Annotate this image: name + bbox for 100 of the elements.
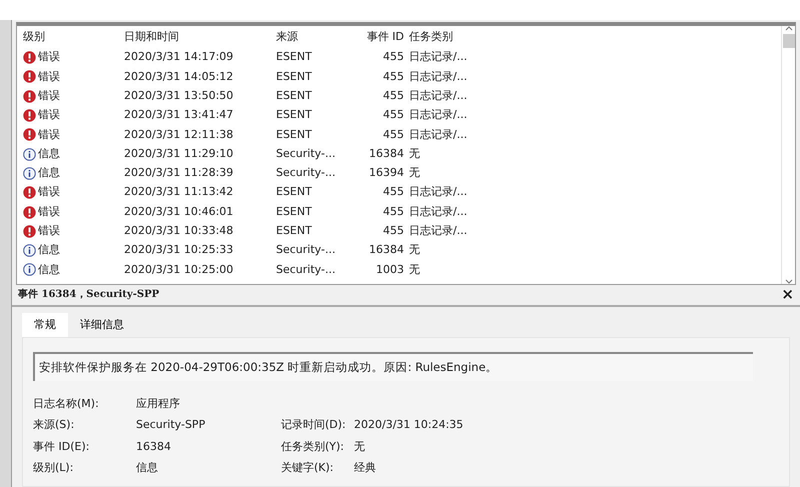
close-button[interactable]: × [781, 283, 794, 306]
error-icon [23, 186, 36, 200]
field-label: 来源(S): [33, 417, 76, 434]
field-label: 关键字(K): [281, 460, 335, 476]
date-cell: 2020/3/31 11:13:42 [124, 185, 234, 198]
info-icon [23, 148, 36, 161]
source-cell: Security-... [276, 146, 336, 160]
task-cell: 日志记录/... [409, 88, 468, 102]
source-cell: Security-... [276, 166, 336, 180]
field-value: 应用程序 [136, 396, 181, 412]
level-text: 信息 [38, 262, 60, 278]
task-cell: 无 [409, 146, 420, 160]
error-icon [23, 128, 36, 142]
source-cell: ESENT [276, 50, 312, 64]
level-text: 信息 [38, 165, 60, 182]
level-text: 信息 [38, 146, 60, 162]
source-cell: ESENT [276, 108, 312, 122]
level-text: 错误 [38, 88, 60, 104]
field-label: 事件 ID(E): [33, 438, 90, 455]
date-cell: 2020/3/31 12:11:38 [124, 128, 234, 141]
source-cell: ESENT [276, 70, 312, 83]
field-value: 经典 [354, 460, 376, 476]
date-cell: 2020/3/31 10:25:00 [124, 262, 234, 276]
level-text: 错误 [38, 204, 60, 220]
info-icon [23, 263, 36, 276]
level-text: 信息 [38, 242, 60, 258]
date-cell: 2020/3/31 11:29:10 [124, 146, 234, 160]
error-icon [23, 90, 36, 103]
task-cell: 日志记录/... [409, 204, 468, 218]
source-cell: Security-... [276, 262, 336, 276]
date-cell: 2020/3/31 14:05:12 [124, 70, 234, 83]
level-text: 错误 [38, 184, 60, 200]
task-cell: 日志记录/... [409, 128, 468, 141]
field-value: Security-SPP [136, 417, 206, 434]
column-header[interactable]: 级别 [23, 28, 45, 46]
level-text: 错误 [38, 223, 60, 240]
field-label: 级别(L): [33, 460, 74, 476]
event-id-cell: 16394 [369, 166, 404, 180]
task-cell: 日志记录/... [409, 50, 468, 64]
event-id-cell: 455 [383, 70, 404, 83]
event-id-cell: 455 [383, 88, 404, 102]
scroll-up-icon[interactable] [784, 26, 792, 32]
date-cell: 2020/3/31 10:46:01 [124, 204, 234, 218]
scrollbar[interactable] [781, 26, 795, 284]
level-text: 错误 [38, 107, 60, 124]
field-label: 日志名称(M): [33, 396, 100, 412]
source-cell: ESENT [276, 185, 312, 198]
event-id-cell: 455 [383, 108, 404, 122]
source-cell: Security-... [276, 243, 336, 256]
event-id-cell: 455 [383, 224, 404, 238]
info-icon [23, 244, 36, 258]
date-cell: 2020/3/31 13:41:47 [124, 108, 234, 122]
message-text: 安排软件保护服务在 2020-04-29T06:00:35Z 时重新启动成功。原因: RulesEngine。 [33, 352, 753, 382]
task-cell: 无 [409, 166, 420, 180]
field-value: 信息 [136, 460, 159, 476]
error-icon [23, 70, 36, 84]
source-cell: ESENT [276, 128, 312, 141]
date-cell: 2020/3/31 13:50:50 [124, 88, 234, 102]
task-cell: 日志记录/... [409, 224, 468, 238]
level-text: 错误 [38, 49, 60, 66]
task-cell: 无 [409, 243, 420, 256]
scroll-down-icon[interactable] [784, 278, 792, 284]
date-cell: 2020/3/31 14:17:09 [124, 50, 234, 64]
field-value: 2020/3/31 10:24:35 [354, 417, 464, 434]
task-cell: 日志记录/... [409, 108, 468, 122]
event-id-cell: 455 [383, 128, 404, 141]
details-title: 事件 16384，Security-SPP [18, 288, 160, 302]
event-id-cell: 455 [383, 204, 404, 218]
field-value: 16384 [136, 438, 172, 455]
date-cell: 2020/3/31 10:33:48 [124, 224, 234, 238]
column-header[interactable]: 事件 ID [366, 30, 404, 43]
field-label: 任务类别(Y): [281, 438, 346, 455]
event-id-cell: 16384 [369, 243, 404, 256]
task-cell: 日志记录/... [409, 185, 468, 198]
event-id-cell: 455 [383, 185, 404, 198]
task-cell: 日志记录/... [409, 70, 468, 83]
date-cell: 2020/3/31 11:28:39 [124, 166, 234, 180]
date-cell: 2020/3/31 10:25:33 [124, 243, 234, 256]
source-cell: ESENT [276, 224, 312, 238]
level-text: 错误 [38, 126, 60, 143]
error-icon [23, 51, 36, 64]
info-icon [23, 166, 36, 180]
error-icon [23, 224, 36, 238]
field-label: 记录时间(D): [281, 417, 347, 434]
column-header[interactable]: 日期和时间 [124, 30, 179, 43]
event-id-cell: 1003 [376, 262, 404, 276]
error-icon [23, 206, 36, 219]
event-id-cell: 455 [383, 50, 404, 64]
tab[interactable]: 详细信息 [68, 312, 136, 337]
scroll-thumb[interactable] [782, 34, 794, 48]
task-cell: 无 [409, 262, 420, 276]
event-id-cell: 16384 [369, 146, 404, 160]
column-header[interactable]: 任务类别 [409, 30, 453, 43]
source-cell: ESENT [276, 204, 312, 218]
error-icon [23, 109, 36, 122]
tab[interactable]: 常规 [22, 312, 68, 337]
source-cell: ESENT [276, 88, 312, 102]
level-text: 错误 [38, 68, 60, 85]
field-value: 无 [354, 438, 365, 455]
column-header[interactable]: 来源 [276, 30, 298, 43]
